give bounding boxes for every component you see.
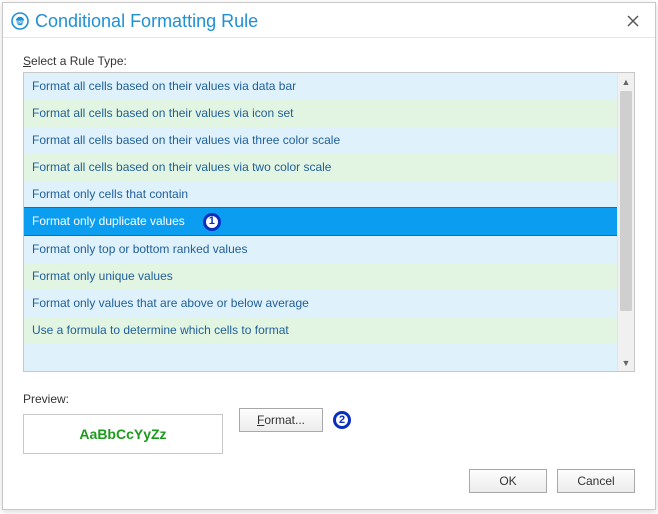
rule-type-item[interactable]: Format only unique values xyxy=(24,263,617,290)
titlebar: usu Conditional Formatting Rule xyxy=(3,3,655,37)
rule-type-item-label: Format only cells that contain xyxy=(32,187,188,201)
rule-type-item-label: Format only top or bottom ranked values xyxy=(32,242,247,256)
cancel-button[interactable]: Cancel xyxy=(557,469,635,493)
scroll-down-button[interactable]: ▼ xyxy=(618,354,634,371)
scroll-thumb[interactable] xyxy=(620,91,632,311)
dialog-title: Conditional Formatting Rule xyxy=(35,11,615,32)
rule-type-item-label: Format all cells based on their values v… xyxy=(32,106,293,120)
preview-sample-text: AaBbCcYyZz xyxy=(79,426,166,442)
mnemonic-letter: S xyxy=(23,54,31,68)
format-button-suffix: ormat... xyxy=(264,413,305,427)
rule-type-item-label: Use a formula to determine which cells t… xyxy=(32,323,289,337)
ok-button[interactable]: OK xyxy=(469,469,547,493)
rule-type-item-label: Format only duplicate values xyxy=(32,214,185,228)
rule-type-item-label: Format only unique values xyxy=(32,269,173,283)
svg-text:usu: usu xyxy=(15,20,25,26)
rule-type-item[interactable]: Format only cells that contain xyxy=(24,181,617,208)
preview-label: Preview: xyxy=(23,392,223,406)
scroll-up-button[interactable]: ▲ xyxy=(618,73,634,90)
rule-type-item-label: Format only values that are above or bel… xyxy=(32,296,309,310)
rule-type-item[interactable]: Format all cells based on their values v… xyxy=(24,154,617,181)
rule-type-list: Format all cells based on their values v… xyxy=(23,72,635,372)
conditional-formatting-dialog: usu Conditional Formatting Rule Select a… xyxy=(2,2,656,510)
rule-type-item-label: Format all cells based on their values v… xyxy=(32,160,331,174)
preview-box: AaBbCcYyZz xyxy=(23,414,223,454)
rule-type-item[interactable]: Format only top or bottom ranked values xyxy=(24,236,617,263)
divider xyxy=(3,37,655,38)
rule-type-item[interactable]: Format only duplicate values 1 xyxy=(24,207,617,236)
rule-type-item[interactable]: Format all cells based on their values v… xyxy=(24,73,617,100)
rule-type-item[interactable]: Format only values that are above or bel… xyxy=(24,290,617,317)
app-icon: usu xyxy=(11,12,29,30)
format-button[interactable]: Format... xyxy=(239,408,323,432)
rule-type-item-label: Format all cells based on their values v… xyxy=(32,133,340,147)
rule-type-item-label: Format all cells based on their values v… xyxy=(32,79,296,93)
callout-2: 2 xyxy=(333,411,351,429)
rule-type-label-text: elect a Rule Type: xyxy=(31,54,127,68)
rule-type-item[interactable]: Format all cells based on their values v… xyxy=(24,100,617,127)
rule-type-label: Select a Rule Type: xyxy=(23,54,635,68)
rule-type-list-viewport: Format all cells based on their values v… xyxy=(24,73,617,371)
callout-1: 1 xyxy=(203,213,221,231)
rule-type-item[interactable]: Use a formula to determine which cells t… xyxy=(24,317,617,344)
rule-type-item[interactable]: Format all cells based on their values v… xyxy=(24,127,617,154)
rule-type-empty-row xyxy=(24,344,617,371)
close-icon xyxy=(627,15,639,27)
vertical-scrollbar[interactable]: ▲ ▼ xyxy=(617,73,634,371)
dialog-footer: OK Cancel xyxy=(3,469,655,509)
close-button[interactable] xyxy=(621,9,645,33)
